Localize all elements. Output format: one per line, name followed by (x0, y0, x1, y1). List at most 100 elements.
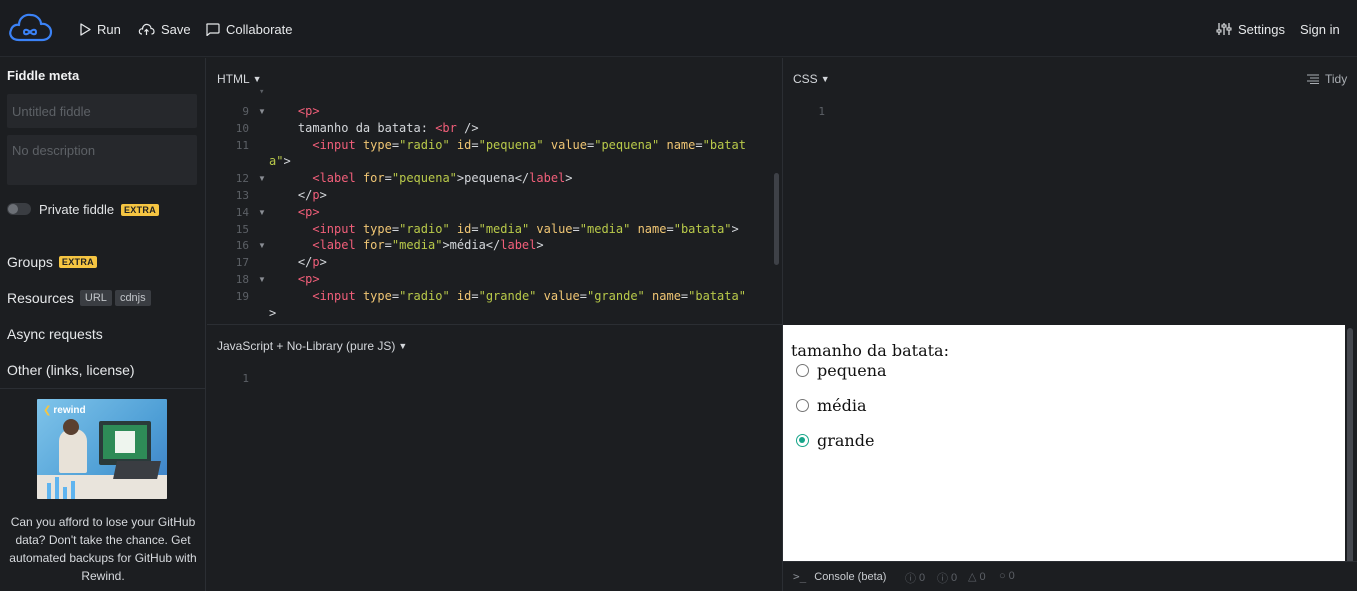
fiddle-title-input[interactable] (7, 94, 197, 128)
info-circle-icon: ⓘ (905, 573, 916, 585)
radio-option-grande[interactable]: grande (796, 431, 874, 450)
radio-option-pequena[interactable]: pequena (796, 361, 887, 380)
html-line-number: 13 (235, 189, 249, 202)
code-token: = (391, 221, 400, 236)
cut-line-fragment: ▾ (259, 88, 265, 97)
code-token: <input (312, 137, 356, 152)
html-line-number: 10 (235, 121, 249, 135)
code-token: p (312, 255, 320, 270)
result-heading-text: tamanho da batata: (791, 341, 949, 360)
radio-button-pequena[interactable] (796, 364, 809, 377)
css-language-dropdown[interactable]: CSS ▼ (793, 72, 830, 86)
html-scrollbar[interactable] (774, 173, 779, 265)
fiddle-description-input[interactable] (7, 135, 197, 185)
code-token: = (695, 137, 703, 152)
cloud-upload-icon (138, 23, 155, 35)
html-language-dropdown[interactable]: HTML ▼ (217, 72, 262, 86)
html-code-line: > (269, 305, 276, 322)
private-fiddle-toggle[interactable] (7, 203, 31, 215)
run-button[interactable]: Run (79, 19, 121, 39)
radio-label-grande[interactable]: grande (817, 431, 874, 450)
rewind-ad-text[interactable]: Can you afford to lose your GitHub data?… (4, 513, 202, 585)
result-frame: tamanho da batata: pequena média grande (783, 325, 1345, 561)
code-token: "media" (478, 221, 530, 236)
html-code-editor[interactable]: ▾ 9 ▼ <p> 10 tamanho da batata: <br /> 11 <… (207, 88, 767, 324)
sidebar-title: Fiddle meta (7, 68, 80, 83)
ad-bar-3 (63, 487, 67, 499)
save-button[interactable]: Save (138, 19, 191, 39)
radio-button-grande[interactable] (796, 434, 809, 447)
radio-button-media[interactable] (796, 399, 809, 412)
cdnjs-badge[interactable]: cdnjs (114, 290, 151, 306)
rewind-chevron-icon: ❮ (43, 405, 52, 416)
code-token: = (391, 137, 400, 152)
html-line-number: 18 (235, 273, 249, 286)
radio-option-media[interactable]: média (796, 396, 867, 415)
fold-arrow-icon[interactable]: ▼ (258, 174, 266, 183)
radio-label-pequena[interactable]: pequena (817, 361, 887, 380)
other-section[interactable]: Other (links, license) (7, 362, 135, 378)
error-circle-icon: ⓘ (937, 573, 948, 585)
settings-button[interactable]: Settings (1216, 19, 1285, 39)
resources-section[interactable]: Resources URL cdnjs (7, 290, 151, 306)
tidy-button[interactable]: Tidy (1307, 72, 1347, 86)
js-panel: JavaScript + No-Library (pure JS) ▼ 1 (207, 325, 782, 591)
code-token: label (500, 238, 537, 253)
html-code-line: <p> (269, 103, 320, 120)
groups-section[interactable]: Groups EXTRA (7, 254, 97, 270)
code-token: name (652, 288, 681, 303)
html-code-line: <label for="pequena">pequena</label> (269, 170, 572, 187)
async-requests-section[interactable]: Async requests (7, 326, 103, 342)
info-count: 0 (919, 572, 926, 584)
code-token: = (579, 288, 587, 303)
js-code-editor[interactable] (207, 361, 782, 591)
collaborate-button[interactable]: Collaborate (205, 19, 293, 39)
html-code-line: </p> (269, 187, 327, 204)
console-bar[interactable]: >_ Console (beta) ⓘ 0 ⓘ 0 △ 0 ○ 0 (783, 561, 1357, 591)
code-token: > (319, 255, 327, 270)
ad-person-head (63, 419, 79, 435)
js-language-dropdown[interactable]: JavaScript + No-Library (pure JS) ▼ (217, 339, 407, 353)
code-token: for (362, 171, 385, 186)
tidy-label: Tidy (1325, 72, 1348, 86)
sidebar-divider (0, 388, 206, 389)
result-scrollbar[interactable] (1347, 328, 1353, 586)
fold-arrow-icon[interactable]: ▼ (258, 107, 266, 116)
ad-person (59, 429, 87, 473)
code-token: <p> (297, 272, 320, 286)
fold-arrow-icon[interactable]: ▼ (258, 275, 266, 284)
resources-label: Resources (7, 290, 74, 306)
code-token: "radio" (399, 288, 450, 303)
radio-label-media[interactable]: média (817, 396, 867, 415)
html-code-line: <label for="media">média</label> (269, 237, 543, 254)
sign-in-link[interactable]: Sign in (1300, 19, 1340, 39)
fiddle-meta-sidebar: Fiddle meta Private fiddle EXTRA Groups … (0, 58, 206, 591)
css-code-editor[interactable] (783, 94, 1357, 324)
html-line-number: 14 (235, 205, 249, 219)
html-code-line: tamanho da batata: <br /> (269, 120, 479, 137)
code-token: type (362, 288, 392, 303)
rewind-ad-logo: ❮ rewind (43, 405, 86, 416)
html-line-number: 15 (235, 222, 249, 236)
code-token: "batata" (673, 221, 732, 236)
url-badge[interactable]: URL (79, 290, 112, 306)
fold-arrow-icon[interactable]: ▼ (258, 208, 266, 217)
jsfiddle-logo-icon[interactable] (7, 10, 53, 46)
code-token: "grande" (586, 288, 645, 303)
fold-arrow-icon[interactable]: ▼ (258, 241, 266, 250)
rewind-ad-image[interactable]: ❮ rewind (37, 399, 167, 499)
console-toggle[interactable]: >_ Console (beta) (793, 570, 886, 583)
